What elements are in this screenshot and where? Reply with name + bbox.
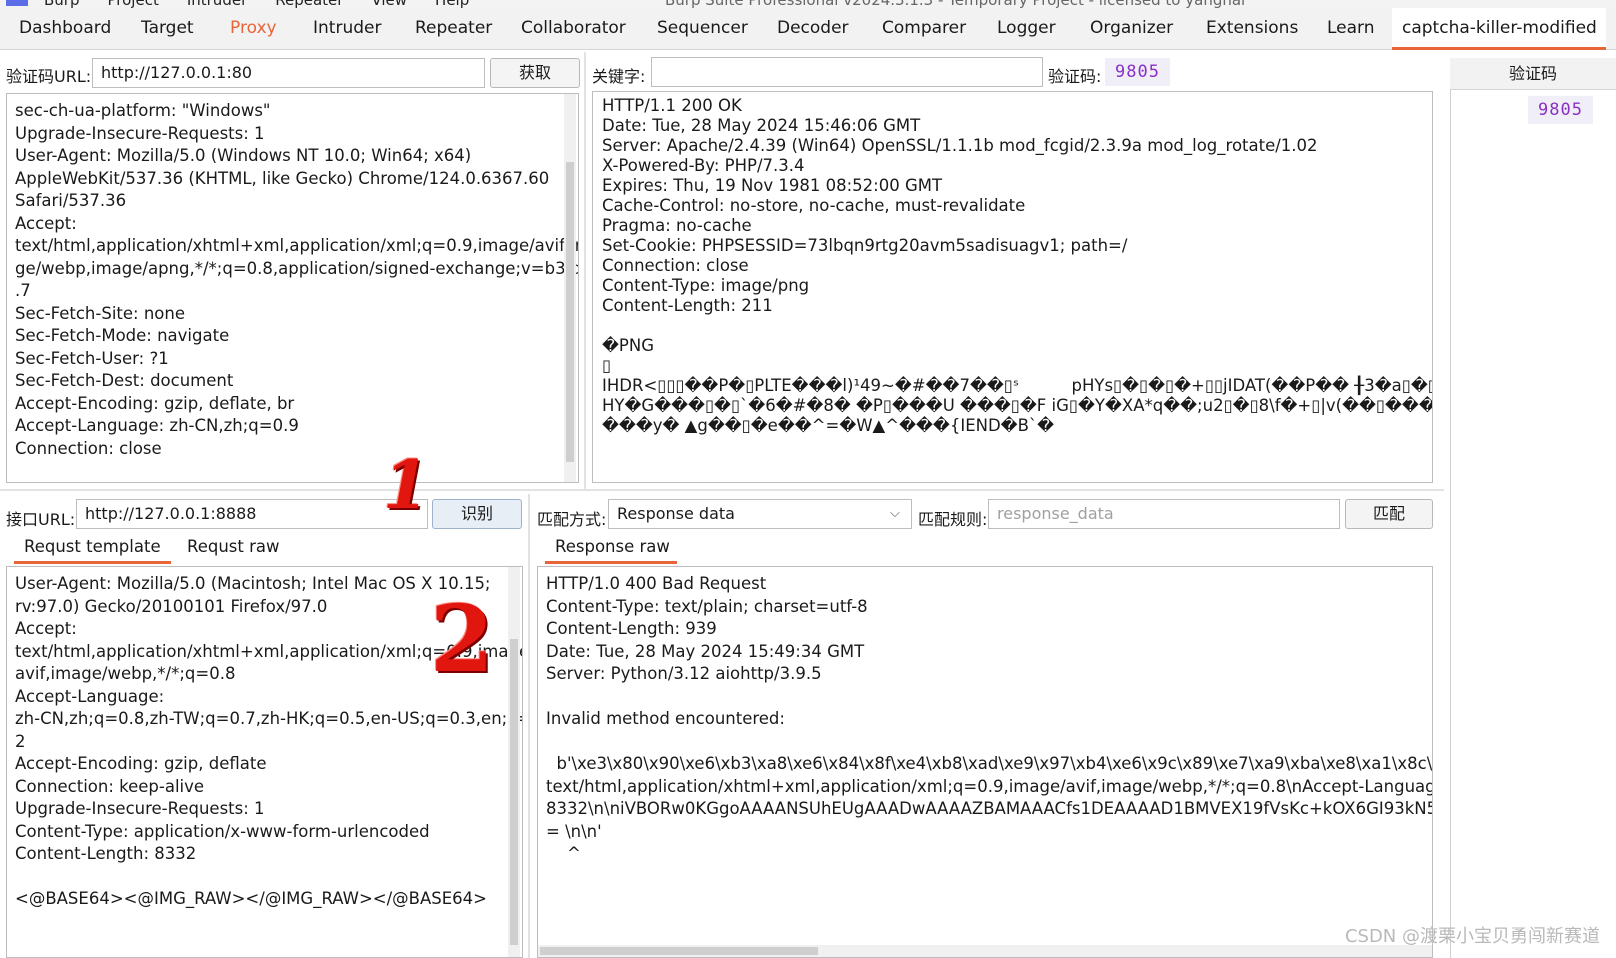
tab-target[interactable]: Target [131,8,204,50]
match-rule-input[interactable]: response_data [988,499,1340,529]
chevron-down-icon: ⌵ [890,506,900,521]
captcha-result-label: 验证码: [1048,67,1102,86]
tab-request-raw[interactable]: Requst raw [177,532,290,564]
window-title: Burp Suite Professional v2024.3.1.3 - Te… [665,0,1245,8]
captcha-history-panel [1450,58,1616,958]
captcha-request-editor[interactable]: sec-ch-ua-platform: "Windows" Upgrade-In… [6,93,579,483]
tab-collaborator[interactable]: Collaborator [511,8,636,50]
captcha-url-input[interactable]: http://127.0.0.1:80 [92,58,485,88]
api-url-input[interactable]: http://127.0.0.1:8888 [76,499,428,529]
title-bar: Burp Project Intruder Repeater View Help… [0,0,1616,8]
request-scrollbar[interactable] [564,94,576,482]
annotation-number-2: 2 [430,585,495,693]
api-url-label: 接口URL: [6,510,76,529]
annotation-number-1: 1 [383,446,429,524]
template-scroll-thumb[interactable] [510,639,518,945]
response-raw-viewer[interactable]: HTTP/1.0 400 Bad Request Content-Type: t… [537,566,1433,958]
keyword-input[interactable] [651,57,1043,87]
captcha-result-value: 9805 [1105,58,1170,86]
captcha-history-item[interactable]: 9805 [1528,96,1593,124]
fetch-button[interactable]: 获取 [490,58,580,88]
captcha-url-label: 验证码URL: [6,67,92,86]
menu-repeater[interactable]: Repeater [275,0,343,8]
menu-bar: Burp Project Intruder Repeater View Help [20,0,469,8]
top-splitter[interactable] [584,52,586,489]
menu-intruder[interactable]: Intruder [187,0,247,8]
menu-burp[interactable]: Burp [44,0,80,8]
request-scroll-thumb[interactable] [566,162,574,462]
response-h-scroll-thumb[interactable] [540,947,818,955]
tab-proxy[interactable]: Proxy [220,8,287,50]
match-mode-label: 匹配方式: [537,510,607,529]
bottom-splitter[interactable] [528,494,530,958]
captcha-response-text: HTTP/1.1 200 OK Date: Tue, 28 May 2024 1… [602,96,1433,435]
captcha-response-viewer[interactable]: HTTP/1.1 200 OK Date: Tue, 28 May 2024 1… [592,91,1433,483]
recognize-button[interactable]: 识别 [432,499,522,529]
tab-repeater[interactable]: Repeater [405,8,502,50]
match-rule-label: 匹配规则: [918,510,988,529]
tab-captcha-killer-modified[interactable]: captcha-killer-modified [1392,8,1606,50]
tab-comparer[interactable]: Comparer [872,8,976,50]
captcha-request-text: sec-ch-ua-platform: "Windows" Upgrade-In… [15,101,579,458]
tab-response-raw[interactable]: Response raw [545,532,677,564]
captcha-history-header: 验证码 [1450,58,1616,90]
csdn-watermark: CSDN @渡栗小宝贝勇闯新赛道 [1344,926,1600,947]
tab-extensions[interactable]: Extensions [1196,8,1308,50]
tab-learn[interactable]: Learn [1317,8,1385,50]
tab-request-template[interactable]: Requst template [14,532,171,564]
tab-sequencer[interactable]: Sequencer [647,8,758,50]
response-h-scrollbar[interactable] [538,945,1432,957]
tab-organizer[interactable]: Organizer [1080,8,1183,50]
template-scrollbar[interactable] [508,567,520,957]
response-raw-text: HTTP/1.0 400 Bad Request Content-Type: t… [546,574,1433,863]
tab-decoder[interactable]: Decoder [767,8,859,50]
keyword-label: 关键字: [592,67,646,86]
tab-logger[interactable]: Logger [987,8,1066,50]
menu-help[interactable]: Help [435,0,469,8]
match-mode-select[interactable]: Response data [608,499,912,529]
match-button[interactable]: 匹配 [1345,499,1433,529]
main-tab-bar: Dashboard Target Proxy Intruder Repeater… [0,8,1616,50]
menu-view[interactable]: View [371,0,407,8]
tab-intruder[interactable]: Intruder [303,8,391,50]
horizontal-splitter[interactable] [0,489,1444,491]
menu-project[interactable]: Project [108,0,159,8]
tab-dashboard[interactable]: Dashboard [9,8,121,50]
